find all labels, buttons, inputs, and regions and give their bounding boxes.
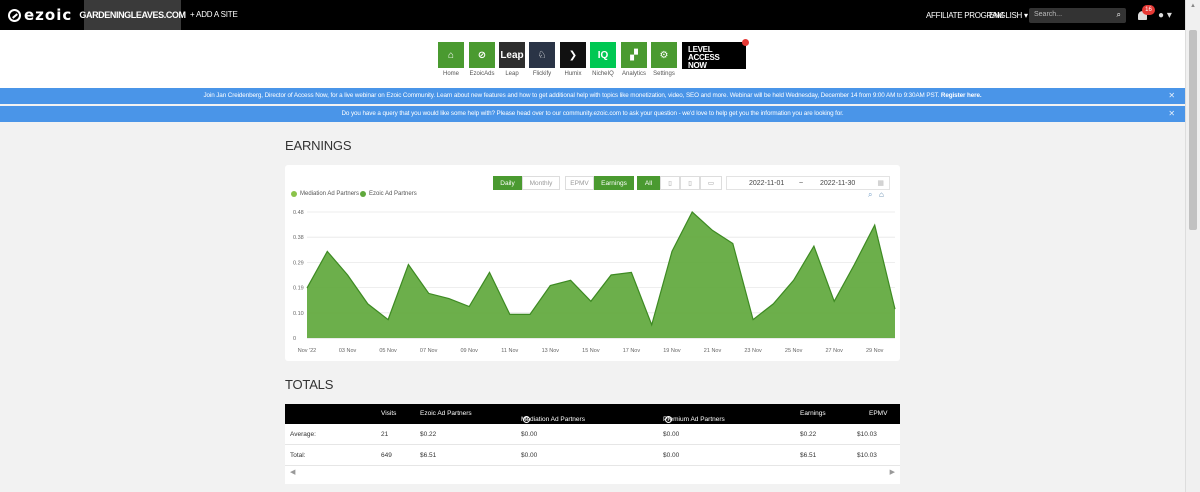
- y-tick-label: 0: [293, 336, 296, 342]
- x-tick-label: 17 Nov: [623, 348, 641, 354]
- search-input[interactable]: Search... ⌕: [1029, 8, 1126, 23]
- humix-icon: ❯: [560, 42, 586, 68]
- app-label: Settings: [653, 71, 675, 77]
- cell: $0.00: [521, 452, 538, 459]
- add-site-link[interactable]: + ADD A SITE: [190, 10, 238, 19]
- y-tick-label: 0.38: [293, 235, 304, 241]
- nicheiq-icon: IQ: [590, 42, 616, 68]
- col-ezoic-ad-partners: Ezoic Ad Partners: [420, 410, 472, 417]
- cell: $0.22: [800, 431, 817, 438]
- scroll-left-arrow-icon[interactable]: ◀: [290, 468, 295, 476]
- cell: $0.22: [420, 431, 437, 438]
- x-tick-label: 11 Nov: [501, 348, 518, 354]
- cell: $10.03: [857, 431, 877, 438]
- user-icon: ●: [1158, 10, 1165, 21]
- x-tick-label: 19 Nov: [663, 348, 681, 354]
- leap-icon: Leap: [499, 42, 525, 68]
- cell: $6.51: [800, 452, 817, 459]
- x-tick-label: 03 Nov: [339, 348, 357, 354]
- app-settings[interactable]: ⚙ Settings: [651, 42, 677, 77]
- earnings-chart-card: Daily Monthly EPMV Earnings All ▯ ▯ ▭ 20…: [285, 165, 900, 361]
- page-scrollbar[interactable]: ▲: [1185, 0, 1200, 492]
- app-launcher-bar: ⌂ Home ⊘ EzoicAds Leap Leap ♘ Flickify ❯ Humix IQ N…: [0, 30, 1185, 88]
- y-tick-label: 0.29: [293, 260, 304, 266]
- flickify-icon: ♘: [529, 42, 555, 68]
- ezoic-ad-partners-area: [307, 212, 895, 338]
- help-icon[interactable]: ?: [523, 416, 530, 423]
- table-row: Total: 649 $6.51 $0.00 $0.00 $6.51 $10.0…: [285, 445, 900, 466]
- logo-text: ezoic: [24, 6, 73, 24]
- col-visits: Visits: [381, 410, 397, 417]
- x-tick-label: 05 Nov: [379, 348, 397, 354]
- col-earnings: Earnings: [800, 410, 826, 417]
- promo-banner-text: LEVEL ACCESS NOW: [688, 45, 720, 70]
- caret-down-icon: ▾: [1023, 11, 1028, 20]
- site-selector[interactable]: GARDENINGLEAVES.COM: [79, 0, 186, 30]
- home-icon: ⌂: [438, 42, 464, 68]
- close-icon[interactable]: ✕: [1168, 106, 1175, 122]
- cell: 21: [381, 431, 389, 438]
- webinar-notice: Join Jan Creidenberg, Director of Access…: [0, 88, 1185, 104]
- register-link[interactable]: Register here.: [941, 92, 982, 99]
- x-tick-label: 21 Nov: [704, 348, 722, 354]
- cell: $0.00: [663, 431, 680, 438]
- community-notice-text: Do you have a query that you would like …: [341, 110, 844, 117]
- table-horizontal-scrollbar[interactable]: ◀ ▶: [285, 468, 900, 480]
- x-tick-label: 07 Nov: [420, 348, 438, 354]
- col-mediation-label: Mediation Ad Partners: [521, 416, 585, 423]
- row-label: Average:: [290, 431, 316, 438]
- caret-down-icon: ▾: [1166, 10, 1172, 21]
- search-icon[interactable]: ⌕: [1117, 10, 1121, 20]
- close-icon[interactable]: ✕: [1168, 88, 1175, 104]
- x-tick-label: 25 Nov: [785, 348, 803, 354]
- language-dropdown[interactable]: ENGLISH ▾: [989, 11, 1028, 20]
- promo-banner[interactable]: LEVEL ACCESS NOW: [682, 39, 749, 70]
- x-tick-label: 29 Nov: [866, 348, 884, 354]
- ezoic-logo[interactable]: ezoic: [8, 6, 72, 24]
- col-premium-label: Premium Ad Partners: [663, 416, 725, 423]
- webinar-notice-text: Join Jan Creidenberg, Director of Access…: [203, 92, 940, 99]
- ezoic-logo-icon: [8, 8, 21, 22]
- x-tick-label: 15 Nov: [582, 348, 600, 354]
- help-icon[interactable]: ?: [665, 416, 672, 423]
- earnings-area-chart: 0 0.10 0.19 0.29 0.38 0.48 Nov '22 03 Nov 05 Nov…: [293, 210, 896, 354]
- cell: $10.03: [857, 452, 877, 459]
- row-label: Total:: [290, 452, 306, 459]
- analytics-icon: ▞: [621, 42, 647, 68]
- close-icon[interactable]: [742, 39, 749, 46]
- scrollbar-thumb[interactable]: [1189, 30, 1197, 230]
- community-notice: Do you have a query that you would like …: [0, 106, 1185, 122]
- cell: $0.00: [663, 452, 680, 459]
- x-tick-label: 23 Nov: [744, 348, 762, 354]
- x-tick-label: 13 Nov: [542, 348, 560, 354]
- y-tick-label: 0.10: [293, 311, 304, 317]
- col-epmv: EPMV: [869, 410, 888, 417]
- cell: $6.51: [420, 452, 437, 459]
- totals-heading: TOTALS: [285, 377, 334, 392]
- ezoicads-icon: ⊘: [469, 42, 495, 68]
- x-tick-label: 09 Nov: [460, 348, 478, 354]
- cell: 649: [381, 452, 392, 459]
- table-header: Visits Ezoic Ad Partners Mediation Ad Pa…: [285, 404, 900, 424]
- totals-table: Visits Ezoic Ad Partners Mediation Ad Pa…: [285, 404, 900, 484]
- x-tick-label: Nov '22: [298, 348, 316, 354]
- y-tick-label: 0.19: [293, 286, 304, 292]
- search-placeholder: Search...: [1034, 11, 1063, 18]
- y-tick-label: 0.48: [293, 210, 304, 216]
- notification-count-badge: 16: [1142, 5, 1155, 15]
- table-row: Average: 21 $0.22 $0.00 $0.00 $0.22 $10.…: [285, 424, 900, 445]
- language-label: ENGLISH: [989, 11, 1023, 20]
- scroll-up-arrow-icon[interactable]: ▲: [1190, 3, 1196, 9]
- earnings-heading: EARNINGS: [285, 138, 352, 153]
- top-navbar: ezoic GARDENINGLEAVES.COM + ADD A SITE A…: [0, 0, 1185, 30]
- cell: $0.00: [521, 431, 538, 438]
- settings-icon: ⚙: [651, 42, 677, 68]
- x-tick-label: 27 Nov: [825, 348, 843, 354]
- scroll-right-arrow-icon[interactable]: ▶: [890, 468, 895, 476]
- user-menu[interactable]: ● ▾: [1158, 10, 1172, 21]
